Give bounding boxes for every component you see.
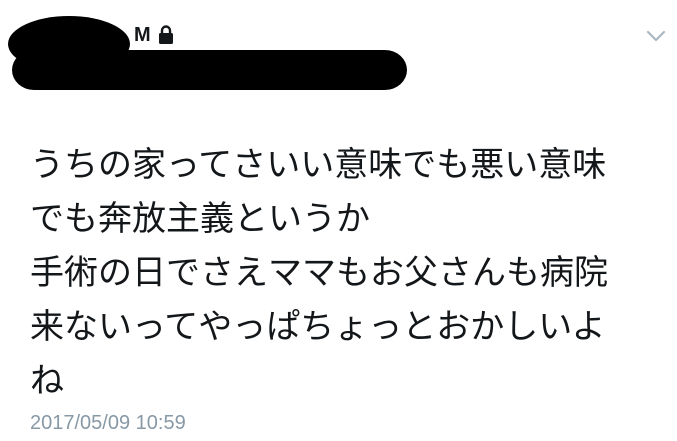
tweet-card: M うちの家ってさいい意味でも悪い意味 でも奔放主義というか 手術の日でさえママ…: [0, 0, 677, 441]
lock-icon: [157, 25, 175, 45]
author-handle[interactable]: M: [134, 24, 151, 47]
tweet-text-line: 手術の日でさえママもお父さんも病院: [30, 253, 608, 293]
redacted-display-name: [12, 50, 407, 90]
tweet-timestamp[interactable]: 2017/05/09 10:59: [30, 412, 186, 435]
chevron-down-icon[interactable]: [646, 28, 666, 42]
author-handle-row[interactable]: M: [134, 22, 175, 48]
tweet-text-line: うちの家ってさいい意味でも悪い意味: [30, 145, 607, 185]
tweet-text-line: 来ないってやっぱちょっとおかしいよ: [30, 307, 606, 347]
tweet-text-line: ね: [30, 361, 64, 401]
tweet-text-line: でも奔放主義というか: [30, 199, 370, 239]
tweet-text: うちの家ってさいい意味でも悪い意味 でも奔放主義というか 手術の日でさえママもお…: [30, 138, 660, 408]
